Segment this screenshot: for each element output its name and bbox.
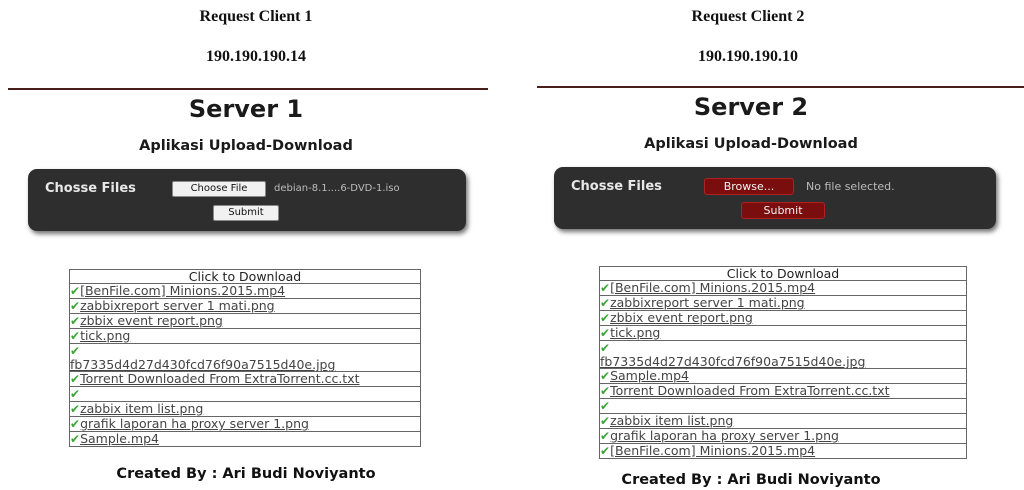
list-item: ✔Torrent Downloaded From ExtraTorrent.cc…	[70, 372, 420, 387]
check-icon: ✔	[70, 329, 81, 343]
server-2-panel: Request Client 2 190.190.190.10 Server 2…	[512, 0, 1024, 490]
check-icon: ✔	[70, 284, 81, 298]
download-link[interactable]: fb7335d4d27d430fcd76f90a7515d40e.jpg	[70, 357, 335, 372]
check-icon: ✔	[600, 369, 611, 383]
list-item: ✔tick.png	[70, 329, 420, 344]
download-link[interactable]: zabbixreport server 1 mati.png	[610, 295, 805, 310]
divider	[537, 86, 1024, 88]
download-link[interactable]: [BenFile.com] Minions.2015.mp4	[610, 443, 815, 458]
upload-form: Chosse Files Choose File debian-8.1....6…	[28, 169, 466, 231]
check-icon: ✔	[600, 326, 611, 340]
choose-files-label: Chosse Files	[571, 179, 662, 194]
download-link[interactable]: [BenFile.com] Minions.2015.mp4	[610, 280, 815, 295]
list-item: ✔Torrent Downloaded From ExtraTorrent.cc…	[600, 384, 966, 399]
list-item: ✔[BenFile.com] Minions.2015.mp4	[600, 444, 966, 458]
check-icon: ✔	[70, 387, 81, 401]
download-table-header: Click to Download	[70, 270, 420, 284]
check-icon: ✔	[600, 399, 611, 413]
list-item: ✔zbbix event report.png	[600, 311, 966, 326]
download-link[interactable]: zabbix item list.png	[610, 413, 733, 428]
check-icon: ✔	[600, 296, 611, 310]
check-icon: ✔	[600, 414, 611, 428]
download-link[interactable]: tick.png	[80, 328, 130, 343]
check-icon: ✔	[70, 344, 81, 358]
download-table-header: Click to Download	[600, 267, 966, 281]
list-item: ✔grafik laporan ha proxy server 1.png	[70, 417, 420, 432]
download-link[interactable]: fb7335d4d27d430fcd76f90a7515d40e.jpg	[600, 354, 865, 369]
list-item: ✔grafik laporan ha proxy server 1.png	[600, 429, 966, 444]
check-icon: ✔	[70, 299, 81, 313]
download-link[interactable]: Sample.mp4	[80, 431, 159, 446]
footer-credit: Created By : Ari Budi Noviyanto	[116, 466, 376, 482]
check-icon: ✔	[600, 311, 611, 325]
check-icon: ✔	[600, 444, 611, 458]
list-item: ✔Sample.mp4	[70, 432, 420, 446]
client-title: Request Client 2	[691, 8, 805, 25]
list-item: ✔Sample.mp4	[600, 369, 966, 384]
list-item: ✔tick.png	[600, 326, 966, 341]
check-icon: ✔	[600, 384, 611, 398]
client-ip: 190.190.190.10	[698, 48, 798, 65]
download-link[interactable]: Torrent Downloaded From ExtraTorrent.cc.…	[80, 371, 359, 386]
list-item: ✔zabbix item list.png	[600, 414, 966, 429]
download-link[interactable]: zabbix item list.png	[80, 401, 203, 416]
download-link[interactable]: zbbix event report.png	[610, 310, 753, 325]
list-item: ✔	[70, 387, 420, 402]
server-title: Server 1	[188, 95, 304, 123]
selected-file-status: No file selected.	[806, 180, 895, 193]
download-link[interactable]: zbbix event report.png	[80, 313, 223, 328]
check-icon: ✔	[70, 432, 81, 446]
list-item: ✔ fb7335d4d27d430fcd76f90a7515d40e.jpg	[70, 344, 420, 372]
client-title: Request Client 1	[199, 8, 313, 25]
list-item: ✔	[600, 399, 966, 414]
footer-credit: Created By : Ari Budi Noviyanto	[621, 472, 881, 488]
list-item: ✔[BenFile.com] Minions.2015.mp4	[70, 284, 420, 299]
client-ip: 190.190.190.14	[206, 48, 306, 65]
list-item: ✔ fb7335d4d27d430fcd76f90a7515d40e.jpg	[600, 341, 966, 369]
check-icon: ✔	[70, 417, 81, 431]
list-item: ✔zbbix event report.png	[70, 314, 420, 329]
download-link[interactable]: grafik laporan ha proxy server 1.png	[610, 428, 839, 443]
check-icon: ✔	[70, 402, 81, 416]
download-link[interactable]: Torrent Downloaded From ExtraTorrent.cc.…	[610, 383, 889, 398]
choose-files-label: Chosse Files	[45, 181, 136, 196]
download-link[interactable]: Sample.mp4	[610, 368, 689, 383]
submit-button[interactable]: Submit	[213, 205, 279, 221]
list-item: ✔zabbix item list.png	[70, 402, 420, 417]
app-title: Aplikasi Upload-Download	[139, 138, 353, 154]
list-item: ✔zabbixreport server 1 mati.png	[70, 299, 420, 314]
choose-file-button[interactable]: Choose File	[172, 181, 266, 197]
download-link[interactable]: grafik laporan ha proxy server 1.png	[80, 416, 309, 431]
check-icon: ✔	[600, 281, 611, 295]
download-link[interactable]: [BenFile.com] Minions.2015.mp4	[80, 283, 285, 298]
check-icon: ✔	[70, 372, 81, 386]
upload-form: Chosse Files Browse... No file selected.…	[554, 167, 996, 229]
list-item: ✔zabbixreport server 1 mati.png	[600, 296, 966, 311]
download-link[interactable]: zabbixreport server 1 mati.png	[80, 298, 275, 313]
download-link[interactable]: tick.png	[610, 325, 660, 340]
download-table: Click to Download ✔[BenFile.com] Minions…	[599, 266, 967, 459]
check-icon: ✔	[70, 314, 81, 328]
server-title: Server 2	[693, 93, 809, 121]
browse-button[interactable]: Browse...	[704, 178, 794, 195]
list-item: ✔[BenFile.com] Minions.2015.mp4	[600, 281, 966, 296]
check-icon: ✔	[600, 341, 611, 355]
app-title: Aplikasi Upload-Download	[644, 136, 858, 152]
divider	[8, 88, 488, 90]
download-table: Click to Download ✔[BenFile.com] Minions…	[69, 269, 421, 447]
check-icon: ✔	[600, 429, 611, 443]
selected-file-name: debian-8.1....6-DVD-1.iso	[274, 183, 400, 194]
server-1-panel: Request Client 1 190.190.190.14 Server 1…	[0, 0, 512, 490]
submit-button[interactable]: Submit	[741, 202, 825, 219]
